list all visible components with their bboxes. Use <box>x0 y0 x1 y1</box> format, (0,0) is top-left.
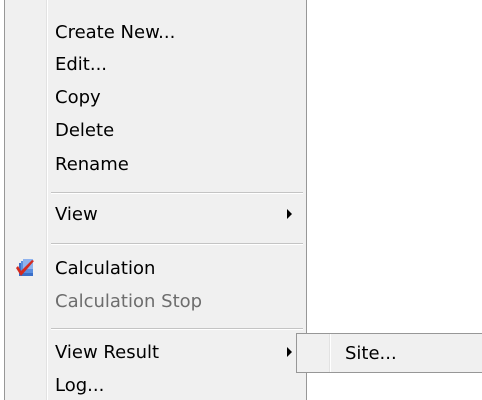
submenu-arrow-icon <box>287 209 292 219</box>
menu-item-rename[interactable]: Rename <box>5 148 306 181</box>
menu-item-label: Copy <box>55 87 101 108</box>
menu-item-label: Log... <box>55 375 105 396</box>
menu-item-label: Rename <box>55 154 129 175</box>
view-result-submenu: Site... <box>296 333 482 373</box>
menu-separator <box>51 328 303 330</box>
menu-item-calculation[interactable]: Calculation <box>5 252 306 285</box>
menu-separator <box>51 243 303 245</box>
submenu-arrow-icon <box>287 347 292 357</box>
submenu-item-site[interactable]: Site... <box>297 337 482 370</box>
menu-separator <box>51 192 303 194</box>
menu-item-label: Calculation <box>55 258 156 279</box>
menu-item-label: View <box>55 204 98 225</box>
menu-item-copy[interactable]: Copy <box>5 81 306 114</box>
menu-item-delete[interactable]: Delete <box>5 114 306 147</box>
menu-item-label: Calculation Stop <box>55 291 203 312</box>
menu-item-label: Edit... <box>55 54 108 75</box>
calculation-icon <box>16 259 34 276</box>
menu-item-create-new[interactable]: Create New... <box>5 16 306 49</box>
menu-item-calculation-stop[interactable]: Calculation Stop <box>5 285 306 318</box>
menu-item-log[interactable]: Log... <box>5 369 306 400</box>
menu-item-view-result[interactable]: View Result <box>5 336 306 369</box>
context-menu: Create New... Edit... Copy Delete Rename… <box>4 0 307 400</box>
menu-item-label: Create New... <box>55 22 176 43</box>
submenu-item-label: Site... <box>345 343 397 364</box>
menu-item-label: View Result <box>55 342 160 363</box>
menu-item-view[interactable]: View <box>5 198 306 231</box>
menu-item-edit[interactable]: Edit... <box>5 48 306 81</box>
menu-item-label: Delete <box>55 120 115 141</box>
